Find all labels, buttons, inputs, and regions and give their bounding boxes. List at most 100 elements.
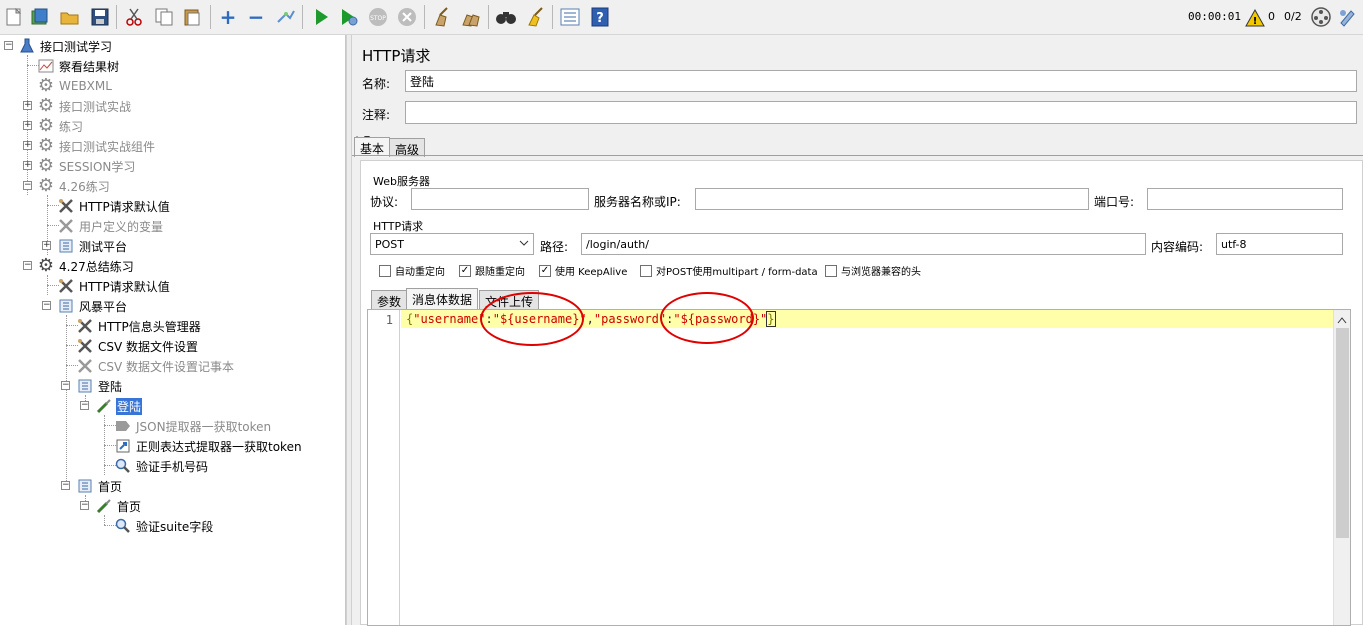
clear-icon[interactable] bbox=[431, 6, 453, 28]
comment-label: 注释: bbox=[362, 108, 391, 122]
save-icon[interactable] bbox=[89, 6, 111, 28]
help-icon[interactable]: ? bbox=[589, 6, 611, 28]
json-key-username: "username" bbox=[413, 312, 486, 326]
tree-node-thread-group[interactable]: ⚙ 4.26练习 bbox=[37, 176, 111, 196]
extractor-icon bbox=[114, 417, 132, 435]
scrollbar-thumb[interactable] bbox=[1336, 328, 1349, 538]
tree-node-thread-group[interactable]: ⚙ 接口测试实战组件 bbox=[37, 136, 156, 156]
tree-node-config[interactable]: HTTP信息头管理器 bbox=[76, 316, 202, 336]
warning-icon[interactable]: ! bbox=[1244, 7, 1266, 29]
expand-toggle[interactable]: + bbox=[23, 141, 32, 150]
active-threads: 0/2 bbox=[1284, 10, 1302, 23]
tree-node-sampler-selected[interactable]: 登陆 bbox=[95, 396, 143, 416]
wrench-icon bbox=[57, 277, 75, 295]
gear-icon: ⚙ bbox=[37, 115, 55, 136]
encoding-label: 内容编码: bbox=[1151, 240, 1204, 254]
cut-icon[interactable] bbox=[123, 6, 145, 28]
name-field[interactable]: 登陆 bbox=[405, 70, 1357, 92]
annotation-circle-password bbox=[660, 292, 754, 344]
tree-node-thread-group[interactable]: ⚙ SESSION学习 bbox=[37, 156, 136, 176]
collapse-toggle[interactable]: − bbox=[61, 381, 70, 390]
tree-node-thread-group[interactable]: ⚙ 4.27总结练习 bbox=[37, 256, 135, 276]
collapse-toggle[interactable]: − bbox=[42, 301, 51, 310]
remote-status-icon bbox=[1310, 6, 1332, 28]
comment-field[interactable] bbox=[405, 101, 1357, 124]
tree-node-thread-group[interactable]: ⚙ 练习 bbox=[37, 116, 84, 136]
expand-toggle[interactable]: + bbox=[23, 101, 32, 110]
expand-toggle[interactable]: + bbox=[23, 121, 32, 130]
body-data-editor[interactable]: 1 {"username":"${username}","password":"… bbox=[367, 309, 1351, 626]
log-viewer-icon[interactable] bbox=[1336, 6, 1358, 28]
clear-all-icon[interactable] bbox=[460, 6, 482, 28]
collapse-arrows[interactable] bbox=[352, 130, 1363, 140]
auto-redirect-checkbox[interactable]: 自动重定向 bbox=[379, 263, 445, 278]
chevron-down-icon bbox=[519, 237, 529, 252]
stop-icon[interactable]: STOP bbox=[367, 6, 389, 28]
tree-node-controller[interactable]: 风暴平台 bbox=[57, 296, 128, 316]
tree-node-controller[interactable]: 测试平台 bbox=[57, 236, 128, 256]
tree-node-controller[interactable]: 首页 bbox=[76, 476, 123, 496]
paste-icon[interactable] bbox=[181, 6, 203, 28]
tree-node-sampler[interactable]: 首页 bbox=[95, 496, 142, 516]
function-helper-icon[interactable] bbox=[559, 6, 581, 28]
keepalive-checkbox[interactable]: ✓ 使用 KeepAlive bbox=[539, 263, 627, 278]
collapse-toggle[interactable]: − bbox=[4, 41, 13, 50]
templates-icon[interactable] bbox=[29, 6, 51, 28]
tree-node-thread-group[interactable]: ⚙ 接口测试实战 bbox=[37, 96, 132, 116]
search-icon[interactable] bbox=[495, 6, 517, 28]
expand-toggle[interactable]: + bbox=[23, 161, 32, 170]
controller-icon bbox=[57, 237, 75, 255]
tree-node-extractor[interactable]: JSON提取器一获取token bbox=[114, 416, 272, 436]
collapse-toggle[interactable]: − bbox=[61, 481, 70, 490]
multipart-checkbox[interactable]: 对POST使用multipart / form-data bbox=[640, 263, 818, 278]
collapse-toggle[interactable]: − bbox=[80, 401, 89, 410]
json-comma: , bbox=[586, 312, 594, 326]
tree-node-extractor[interactable]: 正则表达式提取器一获取token bbox=[114, 436, 303, 456]
toolbar: + − STOP ? 00:00:01 ! 0 0/2 bbox=[0, 0, 1363, 35]
protocol-field[interactable] bbox=[411, 188, 589, 210]
path-field[interactable]: /login/auth/ bbox=[581, 233, 1146, 255]
collapse-toggle[interactable]: − bbox=[23, 261, 32, 270]
toggle-icon[interactable] bbox=[275, 6, 297, 28]
collapse-toggle[interactable]: − bbox=[80, 501, 89, 510]
tree-node-label: WEBXML bbox=[59, 79, 112, 93]
copy-icon[interactable] bbox=[153, 6, 175, 28]
tree-node-config[interactable]: CSV 数据文件设置 bbox=[76, 336, 199, 356]
encoding-field[interactable]: utf-8 bbox=[1216, 233, 1343, 255]
reset-search-icon[interactable] bbox=[525, 6, 547, 28]
tab-parameters[interactable]: 参数 bbox=[371, 290, 408, 309]
browser-headers-checkbox[interactable]: 与浏览器兼容的头 bbox=[825, 263, 921, 278]
tab-basic[interactable]: 基本 bbox=[354, 137, 391, 157]
tree-node-config[interactable]: CSV 数据文件设置记事本 bbox=[76, 356, 235, 376]
tree-node-test-plan[interactable]: 接口测试学习 bbox=[18, 36, 113, 56]
collapse-toggle[interactable]: − bbox=[23, 181, 32, 190]
port-field[interactable] bbox=[1147, 188, 1343, 210]
tree-node-config[interactable]: HTTP请求默认值 bbox=[57, 196, 171, 216]
tree-node-config[interactable]: 用户定义的变量 bbox=[57, 216, 164, 236]
tree-node-config[interactable]: HTTP请求默认值 bbox=[57, 276, 171, 296]
follow-redirects-checkbox[interactable]: ✓ 跟随重定向 bbox=[459, 263, 525, 278]
tree-node-assertion[interactable]: 验证suite字段 bbox=[114, 516, 214, 536]
method-select[interactable]: POST bbox=[370, 233, 534, 255]
new-icon[interactable] bbox=[3, 6, 25, 28]
annotation-circle-username bbox=[480, 292, 584, 346]
checkbox-label: 与浏览器兼容的头 bbox=[841, 267, 921, 278]
tree-node-thread-group[interactable]: ⚙ WEBXML bbox=[37, 76, 113, 96]
scroll-up-icon[interactable] bbox=[1337, 313, 1347, 327]
open-icon[interactable] bbox=[59, 6, 81, 28]
expand-icon[interactable]: + bbox=[217, 5, 239, 29]
server-field[interactable] bbox=[695, 188, 1089, 210]
start-no-pause-icon[interactable] bbox=[338, 6, 360, 28]
tree-node-view-results[interactable]: 察看结果树 bbox=[37, 56, 120, 76]
tree-node-controller[interactable]: 登陆 bbox=[76, 376, 123, 396]
tree-node-assertion[interactable]: 验证手机号码 bbox=[114, 456, 209, 476]
expand-toggle[interactable]: + bbox=[42, 241, 51, 250]
start-icon[interactable] bbox=[310, 6, 332, 28]
shutdown-icon[interactable] bbox=[396, 6, 418, 28]
tree-node-label: HTTP信息头管理器 bbox=[98, 319, 201, 334]
tab-body-data[interactable]: 消息体数据 bbox=[406, 288, 479, 309]
brace-close: } bbox=[766, 311, 776, 327]
vertical-scrollbar[interactable] bbox=[1333, 310, 1350, 625]
wrench-icon bbox=[57, 197, 75, 215]
collapse-icon[interactable]: − bbox=[245, 5, 267, 29]
